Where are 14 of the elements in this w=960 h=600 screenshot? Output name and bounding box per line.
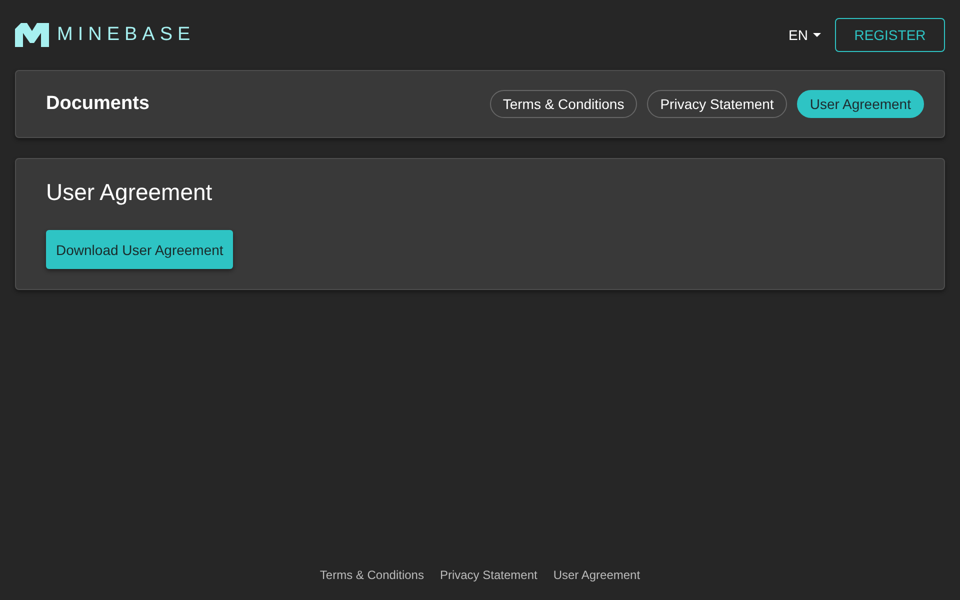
document-title: User Agreement [46,179,212,206]
logo-wordmark: MINEBASE [57,24,196,46]
footer-link[interactable]: Privacy Statement [440,568,538,582]
panel-title: Documents [46,93,150,115]
caret-icon [813,33,821,37]
document-tab[interactable]: User Agreement [796,90,924,118]
logo-icon [15,23,49,47]
footer-link[interactable]: User Agreement [553,568,640,582]
footer-link[interactable]: Terms & Conditions [320,568,424,582]
language-selector[interactable]: EN [788,27,821,43]
document-tab[interactable]: Privacy Statement [647,90,787,118]
register-button[interactable]: REGISTER [835,18,945,52]
download-button[interactable]: Download User Agreement [46,230,234,269]
document-tab[interactable]: Terms & Conditions [490,90,638,118]
